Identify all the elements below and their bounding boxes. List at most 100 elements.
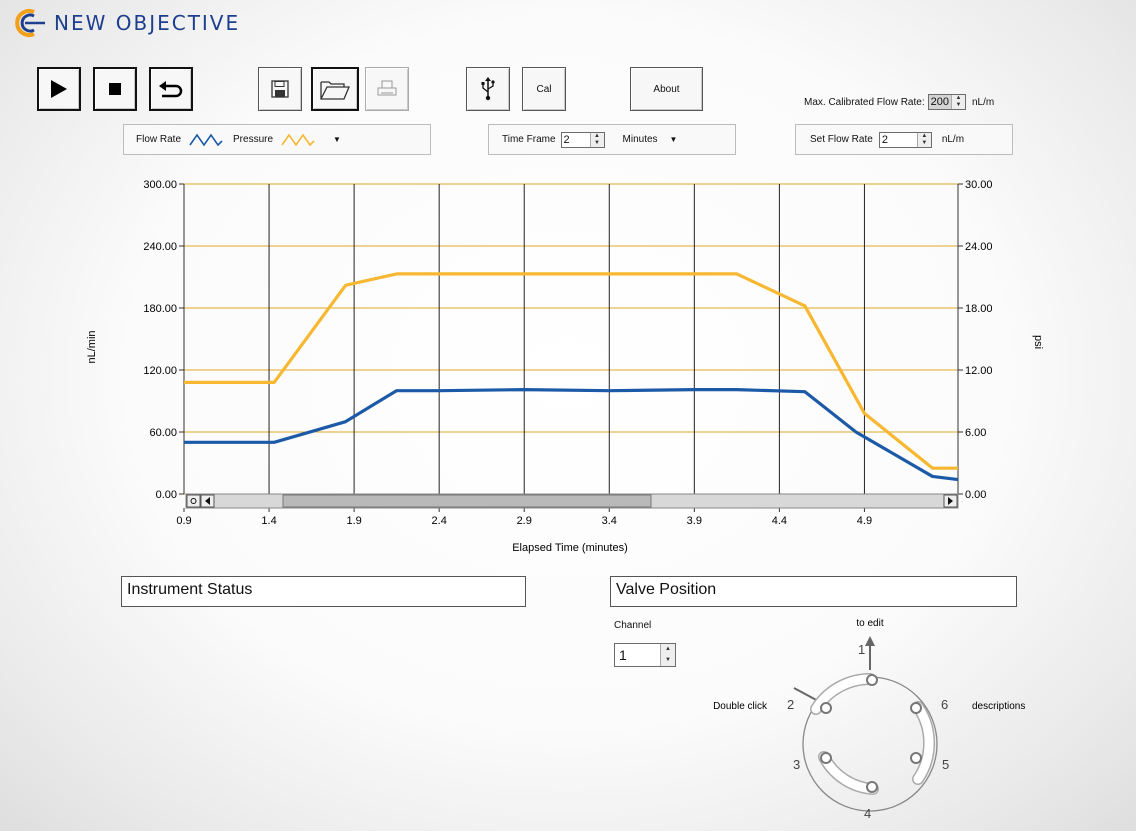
floppy-disk-icon [271, 80, 289, 98]
y2-tick-label: 12.00 [965, 365, 993, 377]
spin-down-icon[interactable]: ▼ [591, 140, 604, 147]
time-frame-dropdown-icon[interactable]: ▼ [670, 135, 678, 144]
spin-down-icon[interactable]: ▼ [661, 655, 675, 666]
reset-button[interactable] [149, 67, 193, 111]
spin-up-icon[interactable]: ▲ [661, 644, 675, 655]
spin-down-icon[interactable]: ▼ [952, 102, 965, 109]
x-tick-label: 3.9 [687, 515, 702, 527]
pressure-series-line [184, 272, 958, 470]
y2-axis-label: psi [1032, 335, 1044, 349]
cal-button[interactable]: Cal [522, 67, 566, 111]
valve-port-1[interactable] [866, 674, 878, 686]
stop-icon [109, 83, 121, 95]
y2-tick-label: 30.00 [965, 179, 993, 191]
max-calibrated-flow-rate: Max. Calibrated Flow Rate: 200 ▲ ▼ nL/m [804, 94, 994, 110]
y-tick-label: 60.00 [149, 427, 177, 439]
chart-zoom-reset-button[interactable] [186, 494, 201, 508]
folder-open-icon [320, 81, 350, 100]
set-flow-rate-value: 2 [881, 133, 888, 146]
y-tick-label: 300.00 [143, 179, 177, 191]
y-tick-label: 120.00 [143, 365, 177, 377]
y-axis-label: nL/min [86, 330, 98, 363]
time-frame-box: Time Frame 2 ▲ ▼ Minutes ▼ [488, 124, 736, 155]
logo-text: NEW OBJECTIVE [54, 11, 241, 35]
y2-tick-label: 0.00 [965, 489, 986, 501]
flow-rate-legend-label: Flow Rate [136, 134, 182, 145]
chart-scrollbar-thumb[interactable] [282, 494, 652, 508]
play-icon [51, 80, 67, 98]
y-tick-label: 240.00 [143, 241, 177, 253]
port-label-1: 1 [858, 642, 865, 657]
time-frame-value: 2 [563, 133, 570, 146]
port-label-4: 4 [864, 806, 871, 821]
y-tick-label: 180.00 [143, 303, 177, 315]
logo: NEW OBJECTIVE [12, 8, 240, 38]
time-frame-spinner[interactable]: 2 ▲ ▼ [560, 131, 605, 148]
valve-port-3[interactable] [820, 752, 832, 764]
max-cal-label: Max. Calibrated Flow Rate: [804, 96, 925, 108]
x-tick-label: 1.4 [261, 515, 276, 527]
about-button[interactable]: About [630, 67, 703, 111]
spin-up-icon[interactable]: ▲ [918, 133, 931, 140]
time-frame-label: Time Frame [502, 134, 556, 145]
max-cal-value: 200 [930, 96, 949, 108]
valve-port-5[interactable] [910, 752, 922, 764]
channel-label: Channel [614, 620, 652, 631]
y-tick-label: 0.00 [156, 489, 177, 501]
pressure-legend-label: Pressure [233, 134, 274, 145]
set-flow-rate-unit: nL/m [941, 134, 965, 145]
spin-up-icon[interactable]: ▲ [952, 95, 965, 102]
port-label-2: 2 [787, 697, 794, 712]
up-arrow-icon [865, 636, 875, 646]
y2-tick-label: 18.00 [965, 303, 993, 315]
x-tick-label: 4.9 [857, 515, 872, 527]
stop-button[interactable] [93, 67, 137, 111]
x-tick-label: 2.9 [517, 515, 532, 527]
port-label-5: 5 [942, 757, 949, 772]
channel-spinner[interactable]: 1 ▲ ▼ [614, 643, 676, 667]
set-flow-rate-label: Set Flow Rate [810, 134, 873, 145]
valve-port-4[interactable] [866, 781, 878, 793]
save-button[interactable] [258, 67, 302, 111]
port-label-6: 6 [941, 697, 948, 712]
flow-rate-series-line [184, 388, 959, 482]
descriptions-label: descriptions [972, 701, 1025, 712]
undo-arrow-icon [159, 81, 183, 98]
valve-diagram[interactable]: to edit Double click descriptions 1 2 3 … [680, 612, 1080, 827]
valve-position-box: Valve Position [610, 576, 1017, 607]
spin-up-icon[interactable]: ▲ [591, 133, 604, 140]
play-button[interactable] [37, 67, 81, 111]
double-click-label: Double click [713, 701, 768, 712]
max-cal-spinner[interactable]: 200 ▲ ▼ [927, 94, 966, 110]
channel-value: 1 [619, 647, 627, 663]
time-frame-unit[interactable]: Minutes [623, 134, 658, 145]
usb-button[interactable] [466, 67, 510, 111]
max-cal-unit: nL/m [971, 96, 995, 108]
flow-rate-wave-icon [189, 133, 223, 146]
open-button[interactable] [311, 67, 359, 111]
printer-icon [377, 80, 397, 96]
flow-pressure-chart: 0.00 60.00 120.00 180.00 240.00 300.00 0.00 6.0… [86, 179, 1044, 554]
usb-icon [481, 77, 495, 101]
logo-mark-icon [15, 9, 45, 37]
valve-port-2[interactable] [820, 702, 832, 714]
spin-down-icon[interactable]: ▼ [918, 140, 931, 147]
x-tick-label: 3.4 [602, 515, 617, 527]
x-tick-label: 4.4 [772, 515, 787, 527]
print-button[interactable] [365, 67, 409, 111]
port-label-3: 3 [793, 757, 800, 772]
x-tick-label: 2.4 [432, 515, 447, 527]
y2-tick-label: 24.00 [965, 241, 993, 253]
legend-box: Flow Rate Pressure ▼ [123, 124, 431, 155]
x-axis-label: Elapsed Time (minutes) [512, 542, 628, 554]
x-tick-label: 0.9 [176, 515, 191, 527]
set-flow-rate-box: Set Flow Rate 2 ▲ ▼ nL/m [795, 124, 1013, 155]
set-flow-rate-spinner[interactable]: 2 ▲ ▼ [878, 131, 932, 148]
x-tick-label: 1.9 [346, 515, 361, 527]
y2-tick-label: 6.00 [965, 427, 986, 439]
legend-dropdown-icon[interactable]: ▼ [333, 135, 341, 144]
instrument-status-box: Instrument Status [121, 576, 526, 607]
to-edit-label: to edit [856, 618, 883, 629]
pressure-wave-icon [281, 133, 315, 146]
valve-port-6[interactable] [910, 702, 922, 714]
